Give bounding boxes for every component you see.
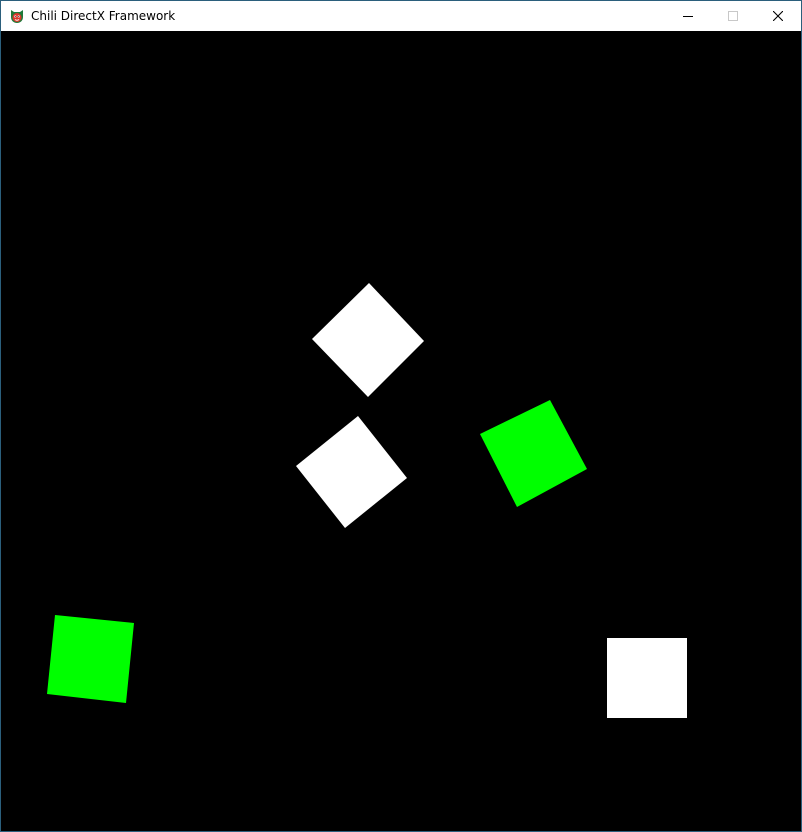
green-box: [480, 400, 587, 507]
maximize-icon: [728, 11, 738, 21]
green-box: [47, 615, 134, 703]
render-area[interactable]: [1, 31, 801, 831]
close-button[interactable]: [755, 1, 801, 31]
scene-canvas: [47, 283, 687, 718]
close-icon: [773, 11, 783, 21]
white-box: [607, 638, 687, 718]
minimize-button[interactable]: [665, 1, 711, 31]
white-box: [296, 416, 407, 528]
title-bar[interactable]: Chili DirectX Framework: [1, 1, 801, 31]
maximize-button[interactable]: [710, 1, 756, 31]
minimize-icon: [683, 16, 693, 17]
app-window: Chili DirectX Framework: [0, 0, 802, 832]
white-box: [312, 283, 424, 397]
chili-app-icon[interactable]: [9, 8, 25, 24]
window-title: Chili DirectX Framework: [31, 9, 176, 23]
